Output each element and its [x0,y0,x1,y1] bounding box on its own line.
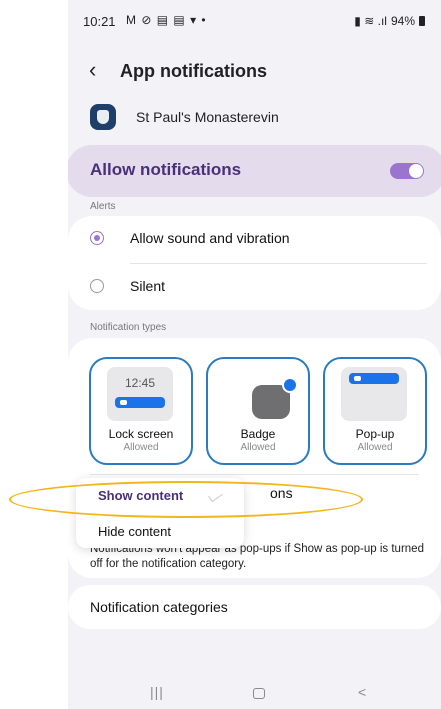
phone-screen: 10:21 M ⊘ ▤ ▤ ▾ • ▮ ≋ .ıl 94% ‹ App noti… [68,0,441,709]
navigation-bar: ||| < [68,680,441,709]
notification-bar-icon [349,373,399,384]
type-status: Allowed [240,442,276,453]
alerts-section-label: Alerts [90,201,116,212]
badge-preview-icon [224,367,298,421]
back-arrow-icon[interactable]: ‹ [89,57,96,83]
divider [90,474,419,475]
badge-dot-icon [282,377,298,393]
allow-notifications-row[interactable]: Allow notifications [68,145,441,197]
notification-types-section-label: Notification types [90,322,167,333]
notification-icons: M ⊘ ▤ ▤ ▾ • [126,13,207,27]
type-name: Pop-up [355,427,395,441]
type-status: Allowed [123,442,159,453]
status-right-group: ▮ ≋ .ıl 94% [354,14,425,28]
battery-level: 94% [390,14,415,28]
alerts-card: Allow sound and vibration Silent [68,216,441,310]
lock-preview-time: 12:45 [124,376,156,390]
allow-notifications-label: Allow notifications [90,160,242,179]
type-name: Lock screen [108,427,174,441]
notification-categories-row[interactable]: Notification categories [68,585,441,629]
alert-option-label: Allow sound and vibration [130,230,290,246]
alert-option-sound[interactable]: Allow sound and vibration [68,216,441,262]
header: ‹ App notifications [68,55,441,89]
radio-selected-icon[interactable] [90,231,104,245]
dropdown-option-show-content[interactable]: Show content [98,488,183,503]
radio-unselected-icon[interactable] [90,279,104,293]
type-name: Badge [240,427,276,441]
page-title: App notifications [120,61,267,81]
content-visibility-dropdown: Show content Hide content [76,478,244,548]
lock-screen-preview-icon: 12:45 [107,367,173,421]
type-card-badge[interactable]: Badge Allowed [206,357,310,465]
status-bar: 10:21 M ⊘ ▤ ▤ ▾ • ▮ ≋ .ıl 94% [68,0,441,40]
type-status: Allowed [357,442,393,453]
hidden-row-label-fragment: ons [270,485,293,501]
home-icon[interactable] [253,688,265,699]
battery-icon [419,16,425,26]
signal-icon: ▮ ≋ .ıl [354,14,387,28]
app-name: St Paul's Monasterevin [136,109,279,125]
dropdown-option-hide-content[interactable]: Hide content [98,524,171,539]
status-time: 10:21 [83,14,116,29]
type-card-pop-up[interactable]: Pop-up Allowed [323,357,427,465]
type-card-lock-screen[interactable]: 12:45 Lock screen Allowed [89,357,193,465]
notification-categories-label: Notification categories [90,599,228,615]
popup-preview-icon [341,367,407,421]
back-nav-icon[interactable]: < [358,684,366,700]
toggle-knob [409,164,423,178]
alert-option-silent[interactable]: Silent [68,264,441,310]
recents-icon[interactable]: ||| [150,684,164,700]
notification-bar-icon [115,397,165,408]
allow-notifications-toggle[interactable] [390,163,424,179]
app-row: St Paul's Monasterevin [68,103,441,133]
alert-option-label: Silent [130,278,166,294]
app-crest-icon [90,104,116,130]
check-icon [208,488,223,503]
